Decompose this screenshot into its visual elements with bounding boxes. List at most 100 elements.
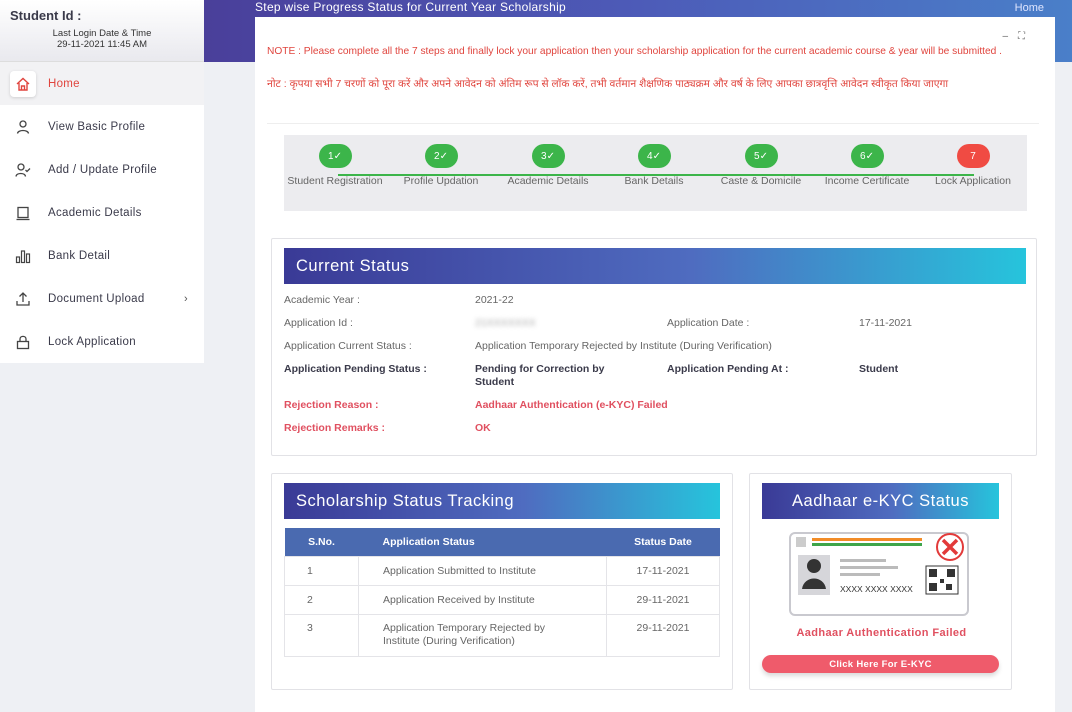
lock-icon bbox=[10, 329, 36, 355]
sidebar-item-label: Home bbox=[48, 77, 80, 90]
sidebar-item-home[interactable]: Home bbox=[0, 62, 204, 105]
sidebar-item-lock-application[interactable]: Lock Application bbox=[0, 320, 204, 363]
rejection-reason-value: Aadhaar Authentication (e-KYC) Failed bbox=[475, 399, 668, 411]
ekyc-button[interactable]: Click Here For E-KYC bbox=[762, 655, 999, 673]
sidebar-item-label: Bank Detail bbox=[48, 249, 111, 262]
application-date-value: 17-11-2021 bbox=[859, 317, 912, 329]
table-row: 2 Application Received by Institute 29-1… bbox=[284, 584, 720, 615]
step-6[interactable]: 6✓ Income Certificate bbox=[817, 144, 917, 188]
user-icon bbox=[10, 114, 36, 140]
step-badge: 6✓ bbox=[850, 144, 884, 168]
emblem-icon bbox=[796, 537, 806, 547]
step-2[interactable]: 2✓ Profile Updation bbox=[391, 144, 491, 188]
table-cell: 1 bbox=[284, 555, 359, 586]
divider bbox=[267, 123, 1039, 124]
sidebar-item-view-basic-profile[interactable]: View Basic Profile bbox=[0, 105, 204, 148]
table-row: 1 Application Submitted to Institute 17-… bbox=[284, 555, 720, 586]
sidebar-item-label: Academic Details bbox=[48, 206, 142, 219]
last-login-label: Last Login Date & Time bbox=[52, 28, 152, 39]
aadhaar-ekyc-card: Aadhaar e-KYC Status XXXX XXXX XXXX Aadh… bbox=[749, 473, 1012, 690]
step-7[interactable]: 7 Lock Application bbox=[923, 144, 1023, 188]
sidebar: Student Id : Last Login Date & Time 29-1… bbox=[0, 0, 204, 712]
academic-year-label: Academic Year : bbox=[284, 294, 360, 306]
current-status-title: Current Status bbox=[284, 248, 1026, 284]
panel-controls: –⛶ bbox=[1002, 31, 1035, 42]
sidebar-item-label: Lock Application bbox=[48, 335, 136, 348]
status-tracking-card: Scholarship Status Tracking S.No. Applic… bbox=[271, 473, 733, 690]
table-row: 3 Application Temporary Rejected by Inst… bbox=[284, 613, 720, 657]
pending-status-label: Application Pending Status : bbox=[284, 363, 427, 375]
sidebar-item-label: Document Upload bbox=[48, 292, 145, 305]
aadhaar-number-text: XXXX XXXX XXXX bbox=[840, 584, 913, 594]
aadhaar-status-text: Aadhaar Authentication Failed bbox=[796, 627, 967, 639]
expand-icon[interactable]: ⛶ bbox=[1018, 31, 1035, 42]
table-cell: 29-11-2021 bbox=[606, 584, 720, 615]
bar-chart-icon bbox=[10, 243, 36, 269]
status-tracking-table: S.No. Application Status Status Date 1 A… bbox=[284, 528, 720, 657]
note-english: NOTE : Please complete all the 7 steps a… bbox=[267, 46, 1003, 57]
table-cell: 29-11-2021 bbox=[606, 613, 720, 657]
step-label: Caste & Domicile bbox=[720, 175, 802, 187]
sidebar-item-document-upload[interactable]: Document Upload › bbox=[0, 277, 204, 320]
step-label: Lock Application bbox=[935, 175, 1011, 187]
step-3[interactable]: 3✓ Academic Details bbox=[498, 144, 598, 188]
application-id-value: 21XXXXXXX bbox=[475, 317, 536, 329]
step-badge: 4✓ bbox=[637, 144, 671, 168]
current-status-value: Application Temporary Rejected by Instit… bbox=[475, 340, 772, 352]
column-header: Status Date bbox=[606, 528, 720, 556]
user-check-icon bbox=[10, 157, 36, 183]
student-id-label: Student Id : bbox=[10, 8, 82, 23]
sidebar-item-bank-detail[interactable]: Bank Detail bbox=[0, 234, 204, 277]
table-cell: Application Temporary Rejected by Instit… bbox=[358, 613, 607, 657]
aadhaar-card-illustration: XXXX XXXX XXXX bbox=[789, 532, 969, 616]
step-badge: 1✓ bbox=[318, 144, 352, 168]
step-label: Student Registration bbox=[287, 175, 383, 187]
column-header: Application Status bbox=[358, 528, 607, 556]
step-label: Bank Details bbox=[624, 175, 684, 187]
step-label: Academic Details bbox=[507, 175, 589, 187]
page-title: Step wise Progress Status for Current Ye… bbox=[255, 0, 567, 14]
minimize-icon[interactable]: – bbox=[1002, 31, 1018, 42]
home-icon bbox=[10, 70, 36, 97]
sidebar-item-label: View Basic Profile bbox=[48, 120, 146, 133]
qr-code-icon bbox=[925, 565, 959, 595]
pending-status-value: Pending for Correction by Student bbox=[475, 363, 605, 388]
progress-panel: –⛶ NOTE : Please complete all the 7 step… bbox=[255, 17, 1055, 712]
status-tracking-title: Scholarship Status Tracking bbox=[284, 483, 720, 519]
upload-icon bbox=[10, 286, 36, 312]
step-1[interactable]: 1✓ Student Registration bbox=[285, 144, 385, 188]
sidebar-menu: Home View Basic Profile Add / Update Pro… bbox=[0, 62, 204, 363]
chevron-right-icon[interactable]: › bbox=[184, 293, 188, 305]
academic-year-value: 2021-22 bbox=[475, 294, 514, 306]
sidebar-item-academic-details[interactable]: Academic Details bbox=[0, 191, 204, 234]
student-info: Student Id : Last Login Date & Time 29-1… bbox=[0, 0, 204, 62]
failed-cross-icon bbox=[936, 533, 964, 561]
rejection-remarks-value: OK bbox=[475, 422, 491, 434]
step-label: Profile Updation bbox=[403, 175, 479, 187]
current-status-label: Application Current Status : bbox=[284, 340, 412, 352]
last-login-value: 29-11-2021 11:45 AM bbox=[57, 39, 147, 50]
laptop-icon bbox=[10, 200, 36, 226]
step-badge: 2✓ bbox=[424, 144, 458, 168]
step-4[interactable]: 4✓ Bank Details bbox=[604, 144, 704, 188]
pending-at-value: Student bbox=[859, 363, 899, 375]
sidebar-item-label: Add / Update Profile bbox=[48, 163, 157, 176]
step-badge: 3✓ bbox=[531, 144, 565, 168]
step-badge: 7 bbox=[956, 144, 990, 168]
application-id-label: Application Id : bbox=[284, 317, 353, 329]
step-badge: 5✓ bbox=[744, 144, 778, 168]
aadhaar-ekyc-title: Aadhaar e-KYC Status bbox=[762, 483, 999, 519]
pending-at-label: Application Pending At : bbox=[667, 363, 789, 375]
table-cell: Application Submitted to Institute bbox=[358, 555, 607, 586]
breadcrumb-home[interactable]: Home bbox=[1015, 2, 1044, 14]
step-label: Income Certificate bbox=[824, 175, 910, 187]
sidebar-item-add-update-profile[interactable]: Add / Update Profile bbox=[0, 148, 204, 191]
table-cell: 2 bbox=[284, 584, 359, 615]
rejection-remarks-label: Rejection Remarks : bbox=[284, 422, 385, 434]
current-status-card: Current Status Academic Year : 2021-22 A… bbox=[271, 238, 1037, 456]
application-date-label: Application Date : bbox=[667, 317, 750, 329]
note-hindi: नोट : कृपया सभी 7 चरणों को पूरा करें और … bbox=[267, 78, 949, 90]
table-cell: 3 bbox=[284, 613, 359, 657]
rejection-reason-label: Rejection Reason : bbox=[284, 399, 379, 411]
step-5[interactable]: 5✓ Caste & Domicile bbox=[711, 144, 811, 188]
